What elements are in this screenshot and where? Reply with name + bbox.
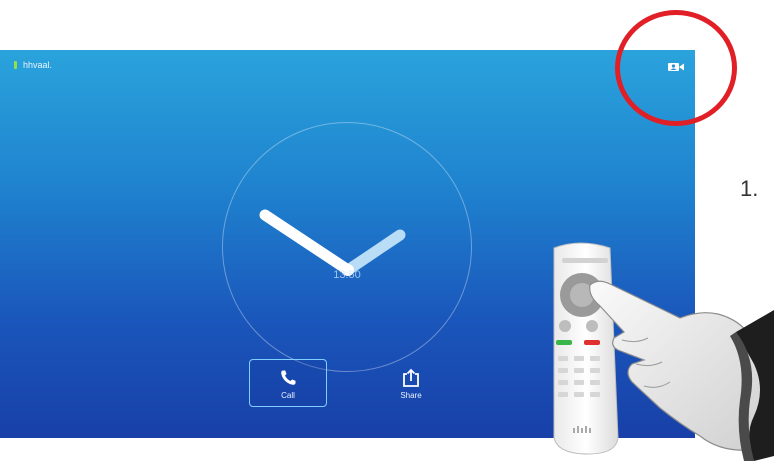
page: hhvaal. 13:50 Call Share 1. bbox=[0, 0, 774, 461]
status-indicator bbox=[14, 61, 17, 69]
share-label: Share bbox=[400, 391, 422, 400]
remote-control-hand-illustration bbox=[553, 242, 774, 461]
clock-time: 13:50 bbox=[333, 269, 361, 281]
call-label: Call bbox=[281, 391, 295, 400]
call-button[interactable]: Call bbox=[249, 359, 327, 407]
step-number: 1. bbox=[740, 176, 759, 201]
minute-hand bbox=[259, 209, 354, 276]
share-icon bbox=[403, 368, 419, 387]
status-bar: hhvaal. bbox=[14, 60, 52, 70]
system-name: hhvaal. bbox=[23, 60, 53, 70]
clock-hands bbox=[259, 209, 406, 276]
share-button[interactable]: Share bbox=[372, 359, 450, 407]
phone-icon bbox=[281, 370, 296, 385]
hour-hand bbox=[342, 229, 406, 276]
highlight-circle bbox=[615, 10, 737, 126]
